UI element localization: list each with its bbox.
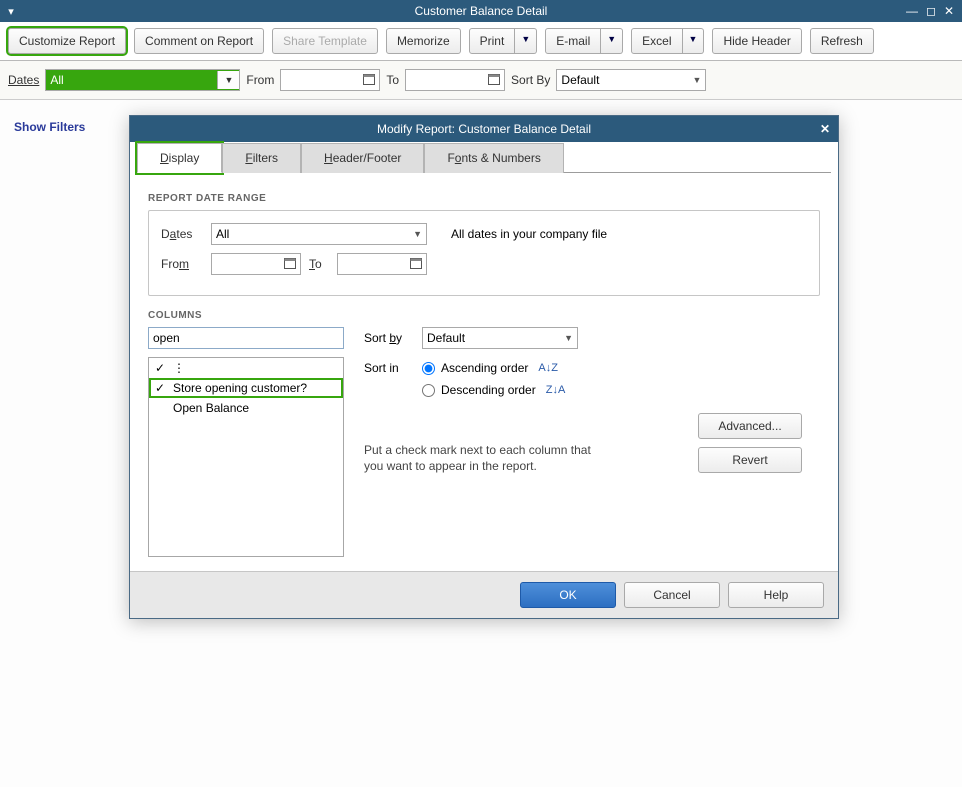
columns-section-label: Columns [148,310,820,321]
to-date-input[interactable] [337,253,427,275]
sort-descending-icon: Z↓A [546,384,566,396]
chevron-down-icon: ▼ [686,75,701,85]
calendar-icon [284,257,296,272]
excel-button[interactable]: Excel [631,28,682,54]
columns-search-input[interactable] [148,327,344,349]
excel-split-button[interactable]: Excel ▼ [631,28,704,54]
hide-header-button[interactable]: Hide Header [712,28,801,54]
to-date-input[interactable] [405,69,505,91]
advanced-button[interactable]: Advanced... [698,413,802,439]
descending-radio[interactable] [422,384,435,397]
tab-filters[interactable]: Filters [222,143,301,173]
window-controls: — ◻ ✕ [906,4,962,18]
close-button[interactable]: ✕ [944,4,954,18]
dates-hint: All dates in your company file [451,227,607,241]
columns-list[interactable]: ✓ ⋮ ✓ Store opening customer? Open Balan… [148,357,344,557]
tab-header-footer[interactable]: Header/Footer [301,143,424,173]
window-title: Customer Balance Detail [0,4,962,18]
calendar-icon [363,73,375,88]
share-template-button: Share Template [272,28,378,54]
memorize-button[interactable]: Memorize [386,28,461,54]
column-item[interactable]: ✓ ⋮ [149,358,343,378]
column-label: Store opening customer? [173,381,307,395]
column-label: ⋮ [173,361,185,375]
checkmark-icon: ✓ [153,381,167,395]
calendar-icon [488,73,500,88]
column-item-open-balance[interactable]: Open Balance [149,398,343,418]
from-date-input[interactable] [280,69,380,91]
sort-by-select[interactable]: Default ▼ [556,69,706,91]
dialog-body: Report Date Range Dates All ▼ All dates … [130,173,838,571]
checkmark-icon [153,401,167,415]
descending-label: Descending order [441,383,536,397]
print-dropdown-icon[interactable]: ▼ [515,28,537,54]
print-button[interactable]: Print [469,28,516,54]
report-toolbar: Customize Report Comment on Report Share… [0,22,962,61]
revert-button[interactable]: Revert [698,447,802,473]
ascending-label: Ascending order [441,361,528,375]
excel-dropdown-icon[interactable]: ▼ [683,28,705,54]
to-label: To [309,257,329,271]
main-titlebar: ▾ Customer Balance Detail — ◻ ✕ [0,0,962,22]
to-label: To [386,73,399,87]
dialog-footer: OK Cancel Help [130,571,838,618]
date-range-panel: Dates All ▼ All dates in your company fi… [148,210,820,296]
sort-by-value: Default [427,331,465,345]
modify-report-dialog: Modify Report: Customer Balance Detail ✕… [129,115,839,619]
checkmark-icon: ✓ [153,361,167,375]
column-label: Open Balance [173,401,249,415]
sort-by-value: Default [561,73,599,87]
dates-value: All [216,227,229,241]
email-dropdown-icon[interactable]: ▼ [601,28,623,54]
dates-select[interactable]: All ▼ [45,69,240,91]
sort-in-label: Sort in [364,361,414,375]
column-item-store-opening[interactable]: ✓ Store opening customer? [149,378,343,398]
tab-display[interactable]: Display [137,143,222,173]
side-buttons: Advanced... Revert [698,413,802,473]
dates-value: All [50,73,63,87]
dates-select[interactable]: All ▼ [211,223,427,245]
sort-ascending-icon: A↓Z [538,362,558,374]
filter-bar: Dates All ▼ From To Sort By Default ▼ [0,61,962,100]
chevron-down-icon: ▼ [407,229,422,239]
cancel-button[interactable]: Cancel [624,582,720,608]
customize-report-button[interactable]: Customize Report [8,28,126,54]
help-button[interactable]: Help [728,582,824,608]
dates-label: Dates [8,73,39,87]
chevron-down-icon: ▼ [217,71,239,89]
print-split-button[interactable]: Print ▼ [469,28,538,54]
email-split-button[interactable]: E-mail ▼ [545,28,623,54]
chevron-down-icon: ▼ [558,333,573,343]
sort-by-label: Sort By [511,73,550,87]
sort-by-select[interactable]: Default ▼ [422,327,578,349]
maximize-button[interactable]: ◻ [926,4,936,18]
tab-fonts-numbers[interactable]: Fonts & Numbers [424,143,563,173]
from-label: From [161,257,203,271]
from-date-input[interactable] [211,253,301,275]
dates-label: Dates [161,227,203,241]
from-label: From [246,73,274,87]
dialog-title: Modify Report: Customer Balance Detail [130,122,838,136]
minimize-button[interactable]: — [906,4,918,18]
refresh-button[interactable]: Refresh [810,28,874,54]
dialog-tabs: Display Filters Header/Footer Fonts & Nu… [137,142,831,173]
ascending-radio[interactable] [422,362,435,375]
date-range-section-label: Report Date Range [148,193,820,204]
system-menu-icon[interactable]: ▾ [0,5,22,18]
ok-button[interactable]: OK [520,582,616,608]
columns-hint: Put a check mark next to each column tha… [364,443,600,474]
calendar-icon [410,257,422,272]
comment-on-report-button[interactable]: Comment on Report [134,28,264,54]
dialog-titlebar: Modify Report: Customer Balance Detail ✕ [130,116,838,142]
sort-by-label: Sort by [364,331,414,345]
email-button[interactable]: E-mail [545,28,601,54]
